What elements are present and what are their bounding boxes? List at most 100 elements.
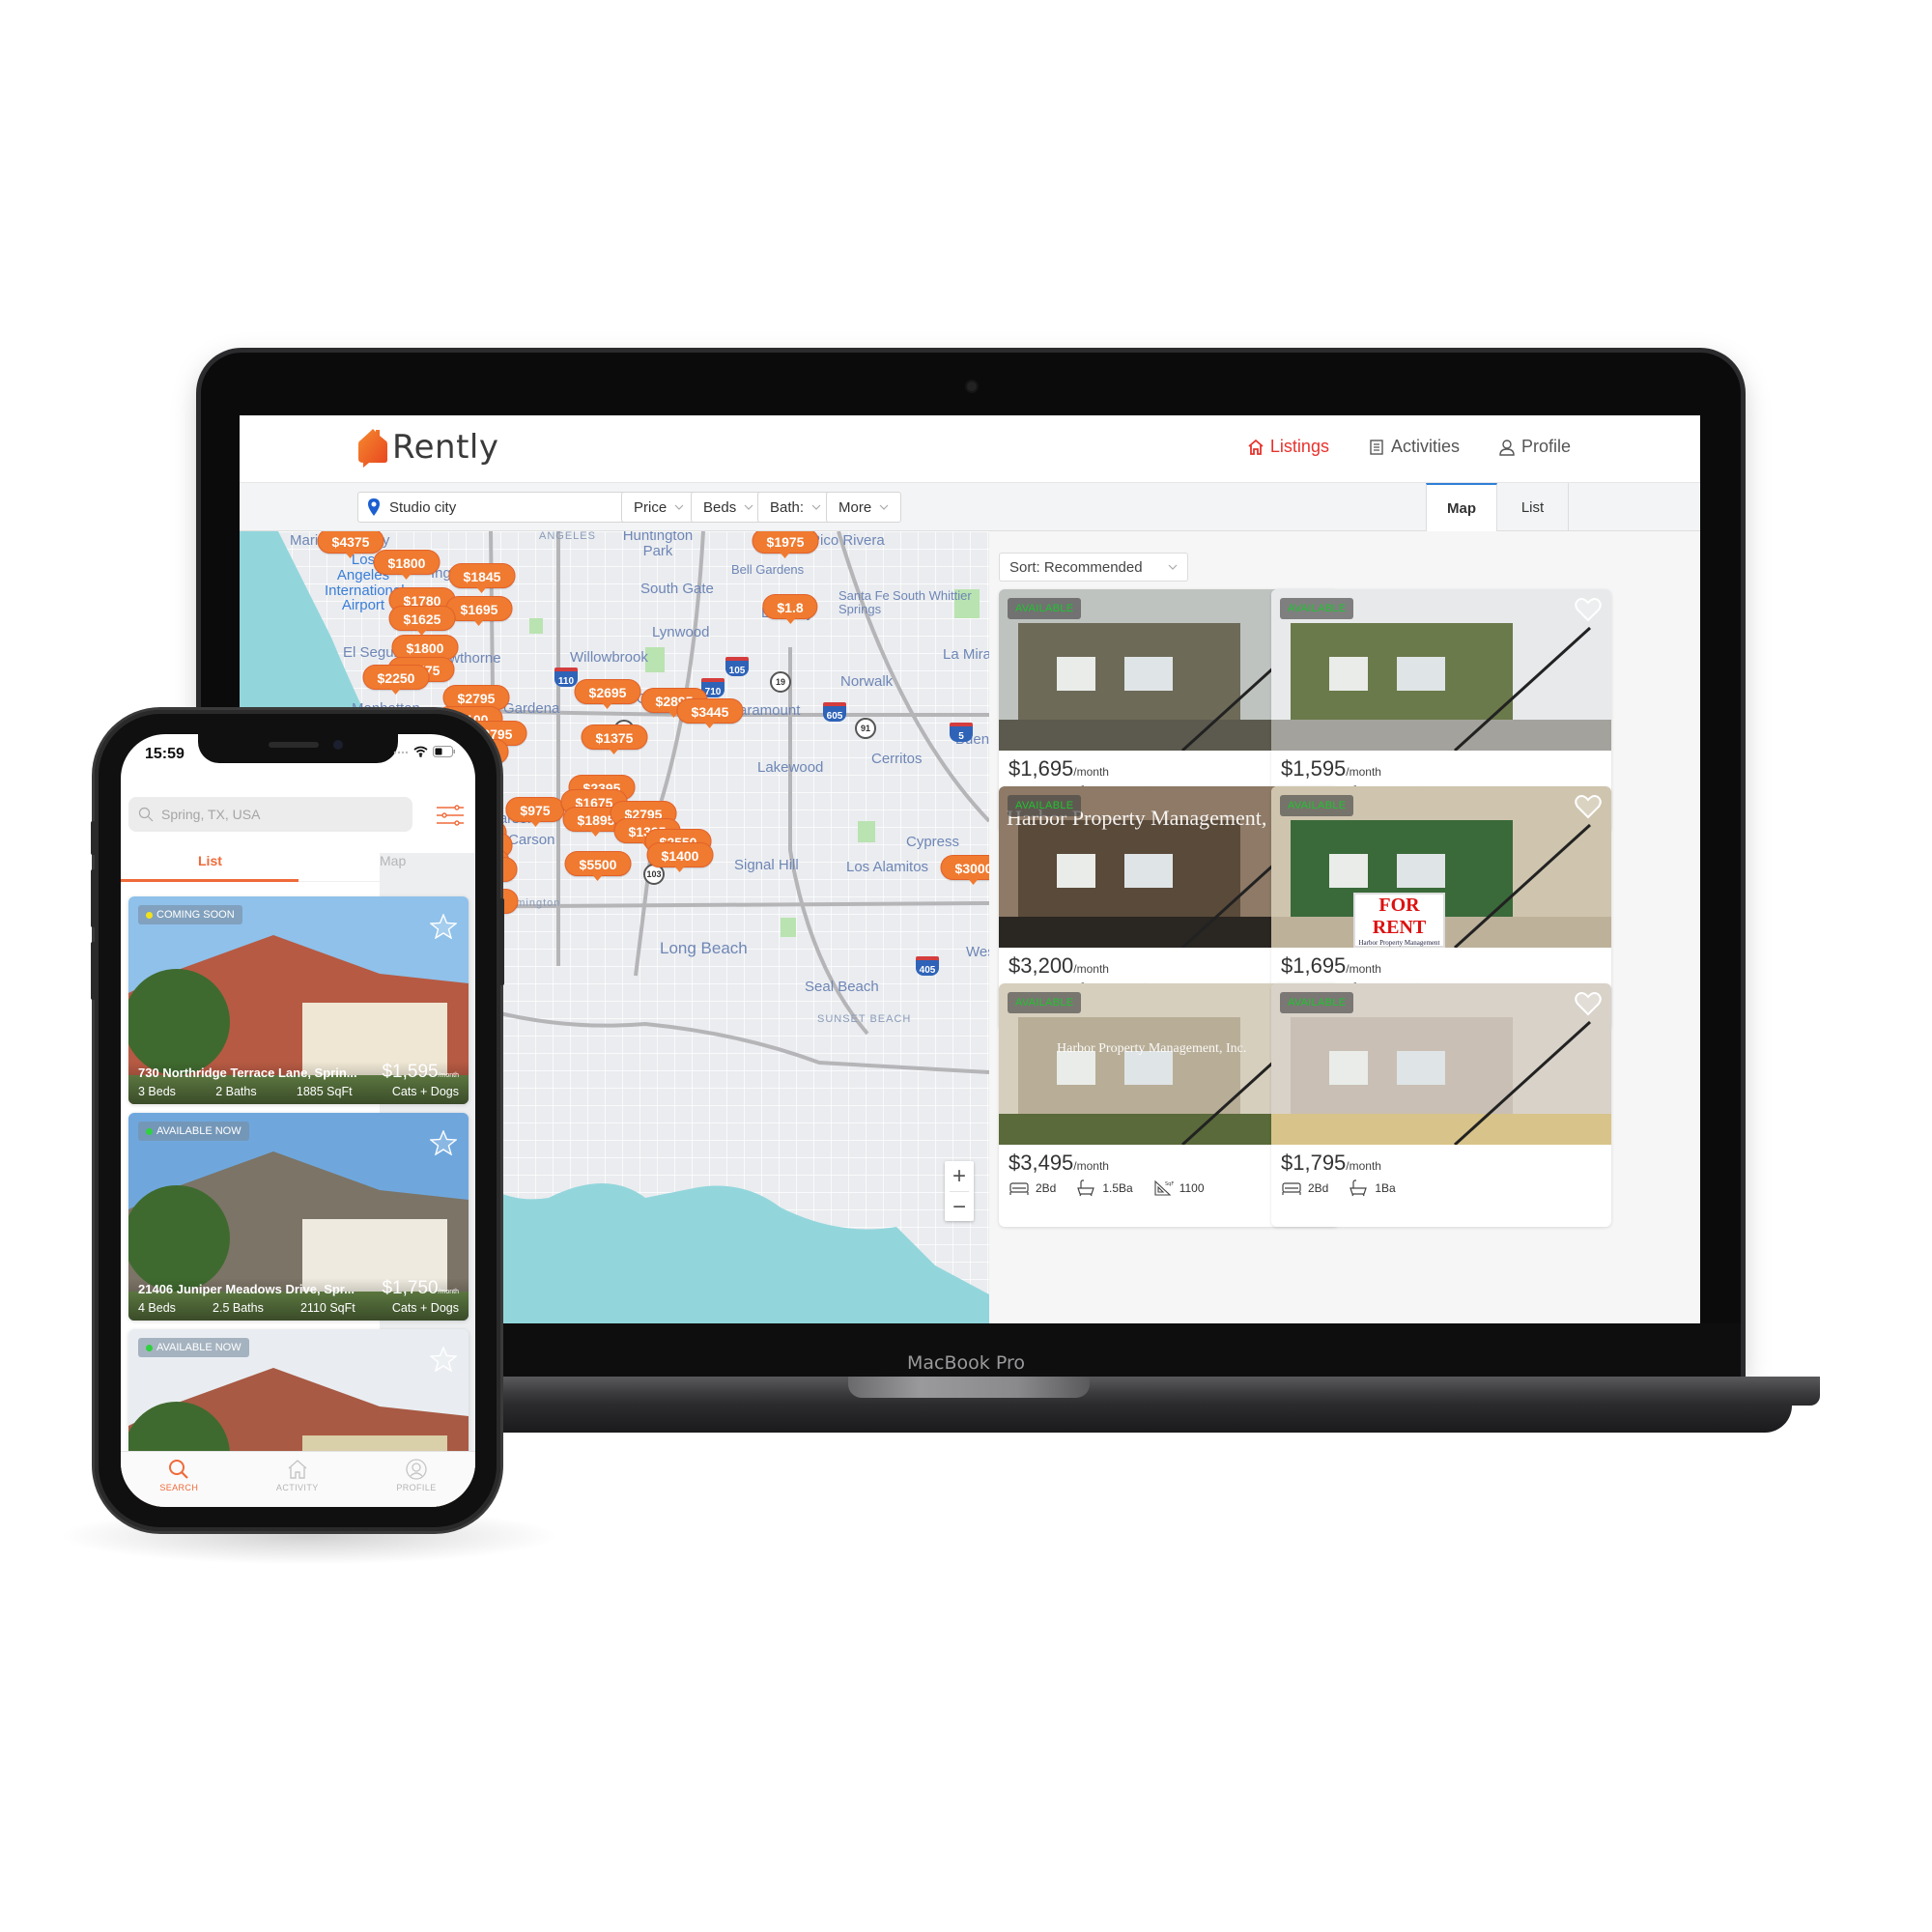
phone-speaker bbox=[269, 742, 319, 748]
availability-badge: AVAILABLE bbox=[1280, 598, 1354, 619]
sign-subtext: Harbor Property Management bbox=[1358, 939, 1440, 947]
price-marker[interactable]: $3445 bbox=[676, 698, 744, 728]
bottom-nav-profile[interactable]: PROFILE bbox=[396, 1452, 436, 1507]
laptop-opening-notch bbox=[848, 1377, 1090, 1398]
rently-logo[interactable]: Rently bbox=[357, 427, 498, 468]
price-value: $1,695 bbox=[1281, 953, 1347, 978]
nav-listings[interactable]: Listings bbox=[1247, 437, 1329, 457]
status-dot bbox=[146, 911, 153, 919]
availability-badge: AVAILABLE bbox=[1008, 992, 1082, 1013]
bottom-nav-search-label: SEARCH bbox=[159, 1483, 199, 1492]
mobile-listing-card[interactable]: AVAILABLE NOW 21406 Juniper Meadows Drive… bbox=[128, 1113, 469, 1321]
price-marker[interactable]: $1.8 bbox=[762, 594, 818, 624]
listing-photo[interactable]: FOR RENT Harbor Property Management AVAILA… bbox=[1271, 786, 1611, 948]
nav-profile[interactable]: Profile bbox=[1498, 437, 1571, 457]
interstate-shield: 105 bbox=[725, 657, 749, 676]
svg-text:SqFt: SqFt bbox=[1165, 1181, 1174, 1187]
price-marker[interactable]: $4375 bbox=[317, 531, 384, 558]
zoom-out-button[interactable]: − bbox=[945, 1192, 974, 1222]
listing-photo[interactable]: AVAILABLE bbox=[1271, 589, 1611, 751]
sqft-value: 2110 SqFt bbox=[299, 1301, 355, 1315]
price-marker[interactable]: $3000 bbox=[940, 855, 989, 885]
tab-list[interactable]: List bbox=[1497, 483, 1569, 531]
bed-icon bbox=[1009, 1182, 1029, 1195]
price-marker[interactable]: $5500 bbox=[564, 851, 632, 881]
price-period: /month bbox=[1073, 765, 1109, 779]
interstate-shield: 405 bbox=[916, 956, 939, 976]
star-favorite-icon[interactable] bbox=[430, 1347, 457, 1372]
star-favorite-icon[interactable] bbox=[430, 914, 457, 939]
clipboard-icon bbox=[1370, 439, 1383, 455]
map-label: Gardena bbox=[503, 700, 560, 717]
filter-baths[interactable]: Bath: bbox=[757, 492, 835, 523]
active-tab-indicator bbox=[121, 879, 298, 882]
price-marker[interactable]: $1695 bbox=[445, 596, 513, 626]
chevron-down-icon bbox=[674, 504, 684, 510]
mobile-search-placeholder: Spring, TX, USA bbox=[161, 807, 261, 822]
price-marker[interactable]: $1400 bbox=[646, 842, 714, 872]
tab-map[interactable]: Map bbox=[1426, 483, 1497, 531]
price-value: $1,795 bbox=[1281, 1151, 1347, 1175]
logo-house-icon bbox=[358, 429, 387, 468]
price-marker[interactable]: $1625 bbox=[388, 606, 456, 636]
filter-price[interactable]: Price bbox=[621, 492, 697, 523]
search-icon bbox=[138, 807, 154, 822]
price-marker[interactable]: $1800 bbox=[373, 550, 440, 580]
location-search-input[interactable] bbox=[389, 498, 650, 516]
map-label: South Whittier bbox=[893, 588, 972, 603]
price-period: /month bbox=[1346, 962, 1381, 976]
map-label: SUNSET BEACH bbox=[817, 1013, 912, 1025]
listing-card[interactable]: AVAILABLE $1,795/month 2Bd 1Ba bbox=[1271, 983, 1611, 1227]
price-period: /month bbox=[1346, 1159, 1381, 1173]
listing-price: $1,750/month bbox=[382, 1278, 459, 1299]
mobile-tab-list[interactable]: List bbox=[198, 853, 222, 868]
price-marker[interactable]: $975 bbox=[505, 797, 565, 827]
bottom-nav-activity[interactable]: ACTIVITY bbox=[276, 1452, 319, 1507]
heart-icon[interactable] bbox=[1575, 991, 1602, 1016]
bottom-nav-activity-label: ACTIVITY bbox=[275, 1483, 319, 1492]
price-marker[interactable]: $1845 bbox=[448, 563, 516, 593]
listing-price: $1,595/month bbox=[1281, 756, 1602, 781]
bottom-nav-search[interactable]: SEARCH bbox=[159, 1452, 198, 1507]
filter-more[interactable]: More bbox=[826, 492, 902, 523]
availability-badge: AVAILABLE NOW bbox=[138, 1122, 249, 1141]
map-label: Lynwood bbox=[652, 624, 710, 640]
mobile-listing-info: 730 Northridge Terrace Lane, Sprin... $1,… bbox=[128, 1062, 469, 1104]
mobile-bottom-nav: SEARCH ACTIVITY PROFILE bbox=[121, 1451, 475, 1507]
chevron-down-icon bbox=[744, 504, 753, 510]
sort-dropdown[interactable]: Sort: Recommended bbox=[999, 553, 1188, 582]
view-toggle: Map List bbox=[1426, 483, 1569, 531]
interstate-shield: 5 bbox=[950, 723, 973, 742]
zoom-in-button[interactable]: + bbox=[945, 1161, 974, 1191]
price-marker[interactable]: $1975 bbox=[752, 531, 819, 558]
price-marker[interactable]: $2695 bbox=[574, 679, 641, 709]
nav-activities[interactable]: Activities bbox=[1368, 437, 1460, 457]
mobile-listing-card[interactable]: COMING SOON 730 Northridge Terrace Lane, … bbox=[128, 896, 469, 1104]
nav-listings-label: Listings bbox=[1269, 437, 1329, 456]
status-label: AVAILABLE NOW bbox=[156, 1342, 242, 1353]
beds-value: 2Bd bbox=[1308, 1181, 1329, 1195]
mobile-search-input[interactable]: Spring, TX, USA bbox=[128, 797, 412, 832]
home-icon bbox=[1248, 439, 1264, 455]
wifi-icon bbox=[413, 746, 428, 757]
sign-text: FOR RENT bbox=[1372, 895, 1427, 938]
star-favorite-icon[interactable] bbox=[430, 1130, 457, 1155]
main-nav: Listings Activities Profile bbox=[1247, 437, 1571, 457]
filter-beds[interactable]: Beds bbox=[691, 492, 767, 523]
availability-badge: AVAILABLE NOW bbox=[138, 1338, 249, 1357]
baths-value: 1Ba bbox=[1375, 1181, 1396, 1195]
price-marker[interactable]: $1375 bbox=[581, 724, 648, 754]
filter-sliders-icon[interactable] bbox=[437, 802, 464, 829]
bottom-nav-profile-label: PROFILE bbox=[396, 1483, 437, 1492]
price-value: $1,595 bbox=[1281, 756, 1347, 781]
listing-photo[interactable]: AVAILABLE bbox=[1271, 983, 1611, 1145]
map-label: Los Alamitos bbox=[846, 859, 929, 875]
price-marker[interactable]: $2250 bbox=[362, 665, 430, 695]
heart-icon[interactable] bbox=[1575, 597, 1602, 622]
listings-panel: Sort: Recommended AVAILABLE $1,695/month 2… bbox=[989, 531, 1700, 1323]
profile-icon bbox=[406, 1459, 427, 1480]
heart-icon[interactable] bbox=[1575, 794, 1602, 819]
listing-address: 730 Northridge Terrace Lane, Sprin... bbox=[138, 1065, 357, 1080]
filter-more-label: More bbox=[838, 498, 872, 516]
beds-spec: 2Bd bbox=[1009, 1179, 1056, 1197]
